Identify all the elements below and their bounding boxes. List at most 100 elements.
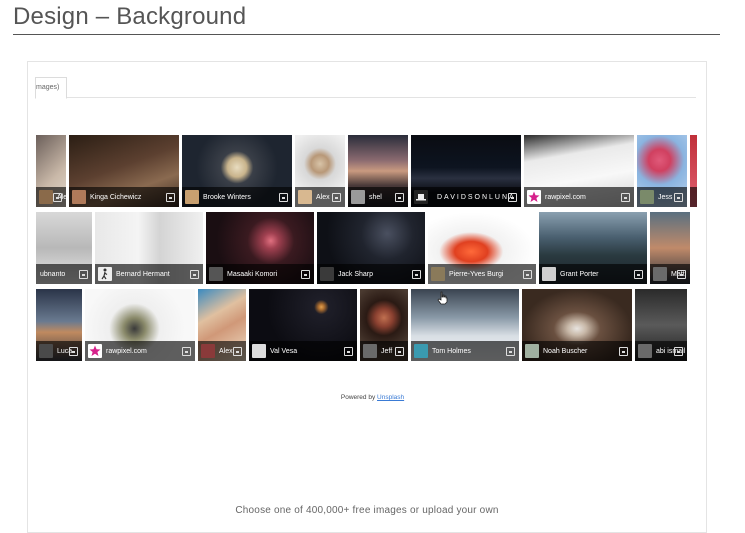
download-icon[interactable] — [166, 193, 175, 202]
photographer-name[interactable]: rawpixel.com — [545, 193, 586, 203]
photo-credit-bar: Alex — [36, 187, 66, 207]
photo-tile[interactable]: Alex — [198, 289, 246, 361]
photo-tile[interactable]: ubnanto — [36, 212, 92, 284]
photographer-name[interactable]: Brooke Winters — [203, 193, 251, 203]
download-icon[interactable] — [395, 347, 404, 356]
download-icon[interactable] — [182, 347, 191, 356]
download-icon[interactable] — [279, 193, 288, 202]
photo-credit-bar: Tom Holmes — [411, 341, 519, 361]
photographer-avatar — [640, 190, 654, 204]
photo-credit-bar: ubnanto — [36, 264, 92, 284]
download-icon[interactable] — [233, 347, 242, 356]
download-icon[interactable] — [523, 270, 532, 279]
photographer-name[interactable]: Kinga Cichewicz — [90, 193, 141, 203]
photographer-name[interactable]: ubnanto — [40, 270, 65, 280]
title-divider — [13, 34, 720, 35]
photographer-name[interactable]: Tom Holmes — [432, 347, 471, 357]
tab-images[interactable]: mages) — [35, 77, 67, 99]
photo-tile[interactable]: Val Vesa — [249, 289, 357, 361]
photographer-name[interactable]: DAVIDSONLUNA — [437, 193, 516, 203]
photographer-avatar — [638, 344, 652, 358]
photo-tile[interactable]: rawpixel.com — [524, 135, 634, 207]
photo-credit-bar: Jack Sharp — [317, 264, 425, 284]
photographer-name[interactable]: Masaaki Komori — [227, 270, 277, 280]
download-icon[interactable] — [508, 193, 517, 202]
download-icon[interactable] — [677, 270, 686, 279]
download-icon[interactable] — [190, 270, 199, 279]
hand-cursor-icon — [437, 291, 448, 305]
download-icon[interactable] — [301, 270, 310, 279]
photo-tile[interactable]: Pierre-Yves Burgi — [428, 212, 536, 284]
star-icon — [528, 191, 540, 202]
download-icon[interactable] — [619, 347, 628, 356]
download-icon[interactable] — [674, 193, 683, 202]
photo-credit-bar: Matt — [650, 264, 690, 284]
photographer-name[interactable]: rawpixel.com — [106, 347, 147, 357]
photo-tile[interactable]: Alex — [295, 135, 345, 207]
photo-tile[interactable]: rawpixel.com — [85, 289, 195, 361]
photo-tile[interactable]: Masaaki Komori — [206, 212, 314, 284]
photo-credit-bar: Pierre-Yves Burgi — [428, 264, 536, 284]
photo-tile[interactable]: Brooke Winters — [182, 135, 292, 207]
download-icon[interactable] — [79, 270, 88, 279]
photographer-name[interactable]: Alex — [219, 347, 233, 357]
photographer-name[interactable]: Alex — [316, 193, 330, 203]
download-icon[interactable] — [634, 270, 643, 279]
photo-tile[interactable]: Jack Sharp — [317, 212, 425, 284]
photographer-name[interactable]: Jess — [658, 193, 672, 203]
photo-tile[interactable]: Jess — [637, 135, 687, 207]
photographer-avatar — [351, 190, 365, 204]
photographer-avatar — [39, 190, 53, 204]
download-icon[interactable] — [332, 193, 341, 202]
photographer-avatar — [185, 190, 199, 204]
photo-tile[interactable]: Bernard Hermant — [95, 212, 203, 284]
photo-credit-bar: rawpixel.com — [524, 187, 634, 207]
photo-tile[interactable]: Tom Holmes — [411, 289, 519, 361]
download-icon[interactable] — [674, 347, 683, 356]
download-icon[interactable] — [344, 347, 353, 356]
photographer-name[interactable]: Val Vesa — [270, 347, 297, 357]
photographer-name[interactable]: Jeff — [381, 347, 392, 357]
photo-credit-bar: Luca — [36, 341, 82, 361]
photo-credit-bar: shel — [348, 187, 408, 207]
photo-credit-bar: Masaaki Komori — [206, 264, 314, 284]
photo-credit-bar: rawpixel.com — [85, 341, 195, 361]
photo-credit-bar: Val Vesa — [249, 341, 357, 361]
download-icon[interactable] — [395, 193, 404, 202]
photographer-avatar — [39, 344, 53, 358]
photographer-name[interactable]: Pierre-Yves Burgi — [449, 270, 503, 280]
photo-tile[interactable]: Noah Buscher — [522, 289, 632, 361]
photographer-avatar — [431, 267, 445, 281]
photo-credit-bar: Bernard Hermant — [95, 264, 203, 284]
download-icon[interactable] — [412, 270, 421, 279]
unsplash-link[interactable]: Unsplash — [377, 394, 404, 401]
photo-tile[interactable]: DAVIDSONLUNA — [411, 135, 521, 207]
photo-credit-bar: Alex — [295, 187, 345, 207]
powered-by-label: Powered by — [340, 394, 378, 401]
photo-tile[interactable]: Matt — [650, 212, 690, 284]
photo-credit-bar: Noah Buscher — [522, 341, 632, 361]
photo-tile[interactable]: Grant Porter — [539, 212, 647, 284]
download-icon[interactable] — [53, 193, 62, 202]
photo-tile[interactable]: shel — [348, 135, 408, 207]
photo-tile[interactable]: Luca — [36, 289, 82, 361]
photographer-avatar — [653, 267, 667, 281]
download-icon[interactable] — [69, 347, 78, 356]
photographer-name[interactable]: Bernard Hermant — [116, 270, 170, 280]
photographer-avatar — [414, 190, 428, 204]
photographer-avatar — [527, 190, 541, 204]
photographer-name[interactable]: Jack Sharp — [338, 270, 373, 280]
photographer-avatar — [209, 267, 223, 281]
page-title: Design – Background — [13, 3, 247, 30]
photographer-name[interactable]: shel — [369, 193, 382, 203]
photo-tile[interactable]: Jeff — [360, 289, 408, 361]
photo-credit-bar: abi ismail — [635, 341, 687, 361]
download-icon[interactable] — [621, 193, 630, 202]
photographer-name[interactable]: Grant Porter — [560, 270, 599, 280]
photo-tile[interactable]: abi ismail — [635, 289, 687, 361]
download-icon[interactable] — [506, 347, 515, 356]
photo-tile[interactable]: Kinga Cichewicz — [69, 135, 179, 207]
photo-tile[interactable]: Alex — [36, 135, 66, 207]
photographer-name[interactable]: Noah Buscher — [543, 347, 587, 357]
photo-tile[interactable] — [690, 135, 697, 207]
